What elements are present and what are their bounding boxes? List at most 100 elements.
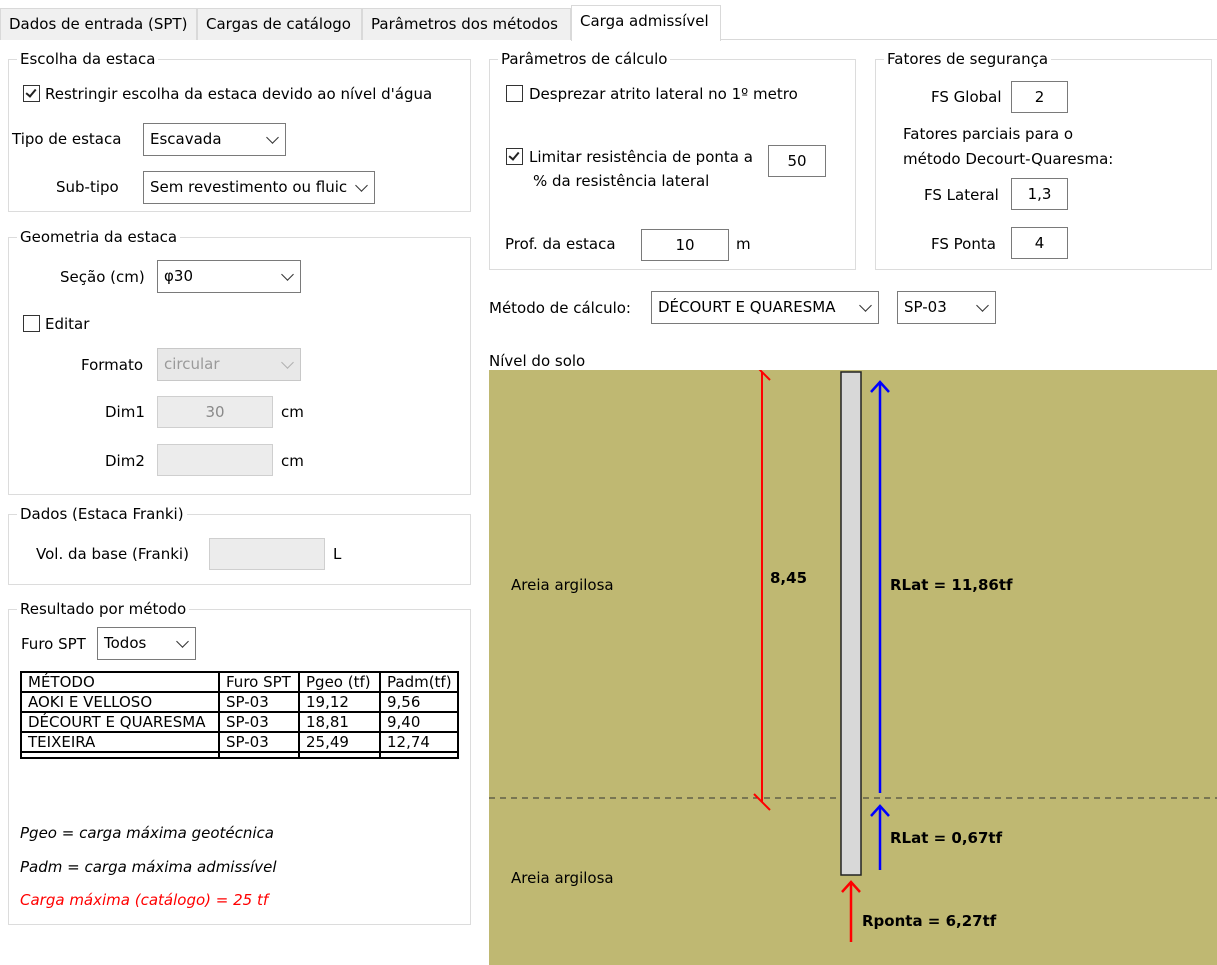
restringir-checkbox[interactable] [23, 85, 40, 102]
fatores-parciais-label-2: método Decourt-Quaresma: [903, 150, 1114, 168]
chevron-down-icon [859, 299, 872, 312]
table-row[interactable]: AOKI E VELLOSO SP-03 19,12 9,56 [20, 691, 459, 713]
subtipo-select[interactable]: Sem revestimento ou fluic [143, 171, 375, 204]
metodo-furo-select[interactable]: SP-03 [897, 291, 996, 324]
tipo-estaca-label: Tipo de estaca [12, 130, 122, 148]
prof-estaca-unit: m [736, 235, 751, 253]
table-cell: 18,81 [298, 711, 381, 733]
dim2-input[interactable] [157, 444, 273, 476]
table-cell: 9,40 [379, 711, 459, 733]
chevron-down-icon [281, 268, 294, 281]
fs-global-input[interactable]: 2 [1011, 81, 1068, 113]
prof-estaca-input[interactable]: 10 [641, 229, 729, 261]
check-icon [508, 149, 520, 161]
metodo-furo-value: SP-03 [904, 298, 947, 316]
tab-bar: Dados de entrada (SPT) Cargas de catálog… [0, 0, 1217, 41]
formato-label: Formato [81, 356, 144, 374]
table-row[interactable]: DÉCOURT E QUARESMA SP-03 18,81 9,40 [20, 711, 459, 733]
tipo-estaca-value: Escavada [150, 130, 222, 148]
tab-dados-entrada[interactable]: Dados de entrada (SPT) [0, 8, 197, 40]
check-icon [25, 86, 37, 98]
table-cell: AOKI E VELLOSO [20, 691, 220, 713]
column-header: Padm(tf) [379, 671, 459, 693]
rlat2-label: RLat = 0,67tf [890, 829, 1003, 847]
limitar-label-1: Limitar resistência de ponta a [529, 148, 753, 166]
table-cell: TEIXEIRA [20, 731, 220, 753]
secao-select[interactable]: φ30 [157, 260, 301, 293]
fs-ponta-label: FS Ponta [931, 235, 996, 253]
tab-label: Parâmetros dos métodos [371, 15, 558, 33]
rponta-label: Rponta = 6,27tf [862, 912, 997, 930]
tab-carga-admissivel[interactable]: Carga admissível [571, 5, 721, 41]
resultado-furo-value: Todos [104, 634, 147, 652]
desprezar-checkbox[interactable] [506, 85, 523, 102]
tab-label: Cargas de catálogo [206, 15, 351, 33]
dim1-input[interactable]: 30 [157, 396, 273, 428]
formato-select[interactable]: circular [157, 348, 301, 381]
editar-checkbox[interactable] [23, 315, 40, 332]
fatores-parciais-label-1: Fatores parciais para o [903, 125, 1074, 143]
layer1-label: Areia argilosa [511, 576, 614, 594]
desprezar-label: Desprezar atrito lateral no 1º metro [529, 85, 798, 103]
resultado-table: MÉTODO Furo SPT Pgeo (tf) Padm(tf) AOKI … [20, 671, 459, 759]
dim2-unit: cm [281, 452, 304, 470]
pile-shaft [840, 371, 862, 876]
table-cell: SP-03 [218, 691, 300, 713]
tab-label: Carga admissível [580, 12, 709, 30]
limitar-label-2: % da resistência lateral [533, 172, 710, 190]
secao-label: Seção (cm) [60, 268, 145, 286]
resultado-furo-select[interactable]: Todos [97, 627, 196, 660]
table-cell: 19,12 [298, 691, 381, 713]
chevron-down-icon [976, 299, 989, 312]
resultado-title: Resultado por método [20, 600, 187, 618]
metodo-calculo-label: Método de cálculo: [489, 299, 631, 317]
vol-base-label: Vol. da base (Franki) [36, 545, 189, 563]
table-cell: 25,49 [298, 731, 381, 753]
resultado-furo-label: Furo SPT [21, 635, 86, 653]
chevron-down-icon [176, 635, 189, 648]
tab-label: Dados de entrada (SPT) [9, 15, 188, 33]
table-cell: SP-03 [218, 711, 300, 733]
table-cell: 9,56 [379, 691, 459, 713]
parametros-calculo-title: Parâmetros de cálculo [501, 50, 668, 68]
subtipo-label: Sub-tipo [56, 178, 119, 196]
fs-lateral-input[interactable]: 1,3 [1011, 178, 1068, 210]
secao-value: φ30 [164, 267, 193, 285]
dim2-label: Dim2 [105, 452, 145, 470]
table-cell: DÉCOURT E QUARESMA [20, 711, 220, 733]
formato-value: circular [164, 355, 220, 373]
fatores-seguranca-title: Fatores de segurança [887, 50, 1049, 68]
column-header: Pgeo (tf) [298, 671, 381, 693]
table-header-row: MÉTODO Furo SPT Pgeo (tf) Padm(tf) [20, 671, 459, 693]
tab-cargas-catalogo[interactable]: Cargas de catálogo [197, 8, 362, 40]
rlat1-label: RLat = 11,86tf [890, 576, 1013, 594]
subtipo-value: Sem revestimento ou fluic [150, 178, 348, 196]
limitar-checkbox[interactable] [506, 148, 523, 165]
limitar-input[interactable]: 50 [768, 145, 826, 177]
metodo-calculo-value: DÉCOURT E QUARESMA [658, 298, 836, 316]
geometria-estaca-title: Geometria da estaca [20, 228, 178, 246]
prof-estaca-label: Prof. da estaca [505, 235, 616, 253]
tipo-estaca-select[interactable]: Escavada [143, 123, 286, 156]
chevron-down-icon [266, 131, 279, 144]
note-padm: Padm = carga máxima admissível [20, 858, 277, 876]
nivel-solo-label: Nível do solo [489, 352, 586, 370]
note-carga-maxima: Carga máxima (catálogo) = 25 tf [20, 891, 269, 909]
table-cell: 12,74 [379, 731, 459, 753]
fs-ponta-input[interactable]: 4 [1011, 227, 1068, 259]
pile-diagram: Areia argilosa Areia argilosa 8,45 RLat … [489, 370, 1217, 965]
table-row[interactable]: TEIXEIRA SP-03 25,49 12,74 [20, 731, 459, 753]
vol-base-input[interactable] [209, 538, 325, 570]
depth-label: 8,45 [770, 569, 808, 587]
metodo-calculo-select[interactable]: DÉCOURT E QUARESMA [651, 291, 879, 324]
escolha-estaca-title: Escolha da estaca [20, 50, 156, 68]
table-row-empty [20, 751, 459, 759]
dim1-label: Dim1 [105, 403, 145, 421]
column-header: Furo SPT [218, 671, 300, 693]
tab-parametros-metodos[interactable]: Parâmetros dos métodos [362, 8, 571, 40]
vol-base-unit: L [333, 545, 342, 563]
dim1-unit: cm [281, 403, 304, 421]
chevron-down-icon [355, 179, 368, 192]
editar-label: Editar [45, 315, 90, 333]
table-cell: SP-03 [218, 731, 300, 753]
